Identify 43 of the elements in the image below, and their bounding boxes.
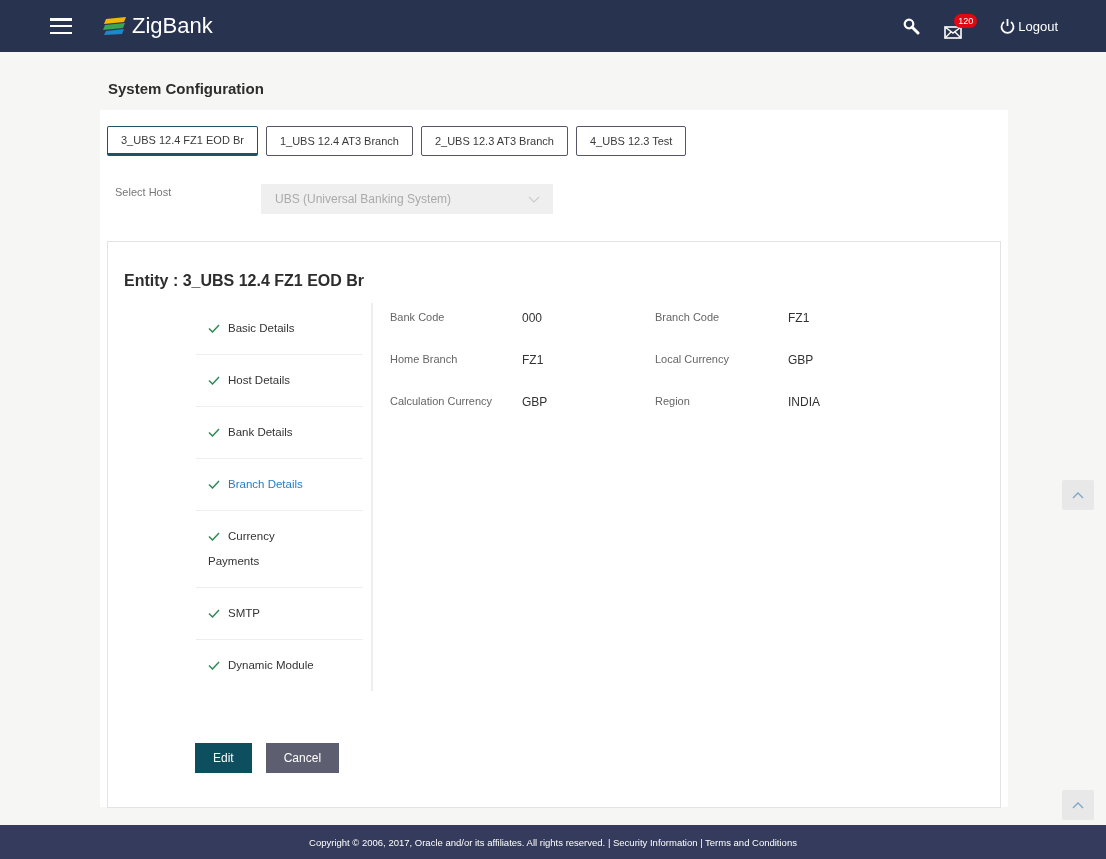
field-value: FZ1 xyxy=(522,353,545,367)
mail-button[interactable]: 120 xyxy=(944,13,977,39)
chevron-up-icon xyxy=(1072,801,1084,809)
step-item[interactable]: Currency Payments xyxy=(196,511,363,588)
cancel-button[interactable]: Cancel xyxy=(265,743,340,773)
field-value: 000 xyxy=(522,311,544,325)
field-label: Calculation Currency xyxy=(390,395,494,409)
tab[interactable]: 4_UBS 12.3 Test xyxy=(576,126,687,156)
step-item[interactable]: SMTP xyxy=(196,588,363,640)
notification-badge: 120 xyxy=(954,13,978,28)
brand-name: ZigBank xyxy=(132,13,213,39)
field-label: Local Currency xyxy=(655,353,730,367)
field-value: GBP xyxy=(788,353,815,367)
field-label: Region xyxy=(655,395,691,409)
tab[interactable]: 2_UBS 12.3 AT3 Branch xyxy=(420,126,568,156)
step-item[interactable]: Host Details xyxy=(196,355,363,407)
field-value: FZ1 xyxy=(788,311,811,325)
field-label: Select Host xyxy=(114,185,173,198)
entity-title: Entity : 3_UBS 12.4 FZ1 EOD Br xyxy=(124,272,366,290)
field-value: INDIA xyxy=(788,395,821,409)
step-item[interactable]: Branch Details xyxy=(196,459,363,511)
chevron-down-icon xyxy=(528,195,540,203)
page-title: System Configuration xyxy=(107,79,265,99)
envelope-icon xyxy=(944,25,963,39)
footer-link[interactable]: Terms and Conditions xyxy=(705,836,797,848)
field-label: Bank Code xyxy=(390,311,446,325)
copyright-text: Copyright © 2006, 2017, Oracle and/or its affiliates. All rights reserved. | Security Information | Terms and Conditions xyxy=(309,836,797,848)
logo-icon xyxy=(102,16,128,36)
field-value: GBP xyxy=(522,395,549,409)
field-label: Home Branch xyxy=(390,353,459,367)
tab[interactable]: 3_UBS 12.4 FZ1 EOD Br xyxy=(107,126,258,156)
footer-link[interactable]: Security Information xyxy=(613,836,698,848)
chevron-up-icon xyxy=(1072,491,1084,499)
menu-button[interactable] xyxy=(50,18,72,34)
step-item[interactable]: Basic Details xyxy=(196,303,363,355)
search-button[interactable] xyxy=(903,17,921,35)
edit-button[interactable]: Edit xyxy=(195,743,252,773)
power-icon xyxy=(1000,18,1016,34)
tab[interactable]: 1_UBS 12.4 AT3 Branch xyxy=(265,126,413,156)
field-label: Branch Code xyxy=(655,311,721,325)
step-item[interactable]: Dynamic Module xyxy=(196,640,363,691)
step-item[interactable]: Bank Details xyxy=(196,407,363,459)
logout-button[interactable]: Logout xyxy=(1000,18,1058,34)
